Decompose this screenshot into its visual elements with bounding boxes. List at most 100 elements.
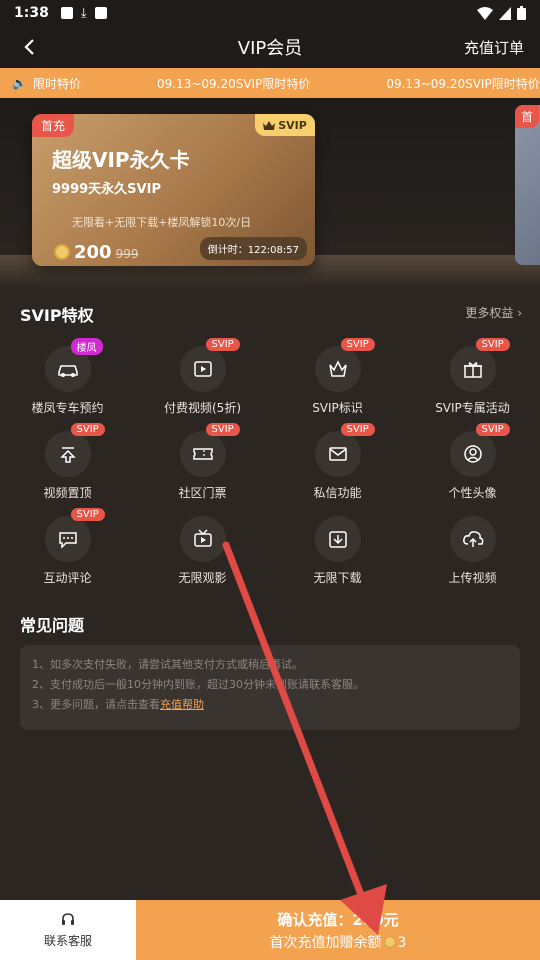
privilege-badge: SVIP xyxy=(475,423,510,436)
back-button[interactable] xyxy=(14,32,44,62)
nav-bar: VIP会员 充值订单 xyxy=(0,26,540,68)
privilege-item[interactable]: 楼凤 楼凤专车预约 xyxy=(0,338,135,426)
privilege-icon-wrap: SVIP xyxy=(44,423,105,477)
faq-title: 常见问题 xyxy=(20,616,85,635)
svip-privileges-section: SVIP特权 更多权益 › 楼凤 楼凤专车预约 SVIP 付费视频(5折) SV… xyxy=(0,290,540,590)
privilege-item[interactable]: SVIP SVIP标识 xyxy=(270,338,405,426)
download-icon xyxy=(328,531,347,548)
faq-line-3: 3、更多问题，请点击查看充值帮助 xyxy=(32,695,508,715)
cloud-upload-icon xyxy=(462,531,483,547)
card-price: 200 999 xyxy=(54,242,138,263)
privilege-label: SVIP标识 xyxy=(312,401,363,415)
privilege-icon-wrap: SVIP xyxy=(179,423,240,477)
customer-service-label: 联系客服 xyxy=(43,933,92,948)
privilege-badge: SVIP xyxy=(205,423,240,436)
headset-icon xyxy=(62,912,74,925)
faq-box: 1、如多次支付失败，请尝试其他支付方式或稍后再试。 2、支付成功后一般10分钟内… xyxy=(20,645,520,730)
privilege-item[interactable]: 无限下载 xyxy=(270,516,405,596)
promo-marquee: 🔈 限时特价 09.13~09.20SVIP限时特价 09.13~09.20SV… xyxy=(0,68,540,98)
coin-icon xyxy=(54,244,70,260)
marquee-text-1: 09.13~09.20SVIP限时特价 xyxy=(156,76,311,91)
bottom-bar: 联系客服 确认充值：200元 首次充值加赠余额 3 xyxy=(0,900,540,960)
marquee-label: 限时特价 xyxy=(32,76,81,91)
first-recharge-tag-next: 首 xyxy=(515,105,540,128)
privilege-label: 社区门票 xyxy=(178,486,227,500)
privilege-icon-wrap: SVIP xyxy=(179,338,240,392)
svip-tag: SVIP xyxy=(255,114,315,136)
privilege-item[interactable]: SVIP 社区门票 xyxy=(135,423,270,511)
card-name: 超级VIP永久卡 xyxy=(52,148,190,172)
page-title: VIP会员 xyxy=(237,38,303,59)
privilege-icon-wrap xyxy=(179,516,226,562)
more-benefits-link[interactable]: 更多权益 › xyxy=(465,304,522,321)
recharge-help-link[interactable]: 充值帮助 xyxy=(160,698,204,711)
card-subtitle: 9999天永久SVIP xyxy=(52,182,161,197)
avatar-icon xyxy=(463,445,482,463)
vip-card-next[interactable]: 首 xyxy=(515,105,540,265)
privilege-badge: SVIP xyxy=(70,423,105,436)
privilege-label: 私信功能 xyxy=(313,486,362,500)
wifi-icon xyxy=(477,6,493,20)
faq-line-2: 2、支付成功后一般10分钟内到账，超过30分钟未到账请联系客服。 xyxy=(32,678,364,691)
speaker-icon: 🔈 xyxy=(12,76,27,90)
privilege-badge: SVIP xyxy=(205,338,240,351)
signal-icon xyxy=(499,6,511,20)
svip-section-title: SVIP特权 xyxy=(20,306,94,325)
privilege-item[interactable]: SVIP 互动评论 xyxy=(0,508,135,596)
gift-icon xyxy=(463,362,482,378)
mail-icon xyxy=(328,447,347,461)
film-icon xyxy=(193,361,212,377)
bonus-prefix: 首次充值加赠余额 xyxy=(269,934,382,951)
faq-line-3-text: 3、更多问题，请点击查看 xyxy=(32,698,160,711)
privilege-badge: SVIP xyxy=(475,338,510,351)
privilege-icon-wrap xyxy=(314,516,361,562)
privilege-label: 付费视频(5折) xyxy=(164,401,241,415)
recharge-orders-link[interactable]: 充值订单 xyxy=(464,37,524,58)
bonus-value: 3 xyxy=(397,934,407,951)
status-notification-icons: ⤓ xyxy=(60,5,107,21)
privilege-badge: SVIP xyxy=(70,508,105,521)
comment-icon xyxy=(58,532,77,549)
price-original: 999 xyxy=(115,247,139,261)
privilege-label: SVIP专属活动 xyxy=(435,401,510,415)
car-icon xyxy=(57,365,78,377)
privilege-label: 互动评论 xyxy=(43,571,92,585)
privilege-item[interactable]: 上传视频 xyxy=(405,516,540,596)
privilege-label: 无限观影 xyxy=(178,571,227,585)
tv-icon xyxy=(193,529,212,547)
status-bar: 1:38 ⤓ xyxy=(0,0,540,26)
privilege-item[interactable]: SVIP 视频置顶 xyxy=(0,423,135,511)
privilege-label: 视频置顶 xyxy=(43,486,92,500)
chevron-left-icon xyxy=(24,39,34,55)
crown-small-icon xyxy=(263,121,276,130)
status-right-icons xyxy=(477,6,526,20)
image-notification-icon xyxy=(60,7,73,19)
privilege-label: 无限下载 xyxy=(313,571,362,585)
marquee-text-2: 09.13~09.20SVIP限时特价 xyxy=(386,76,540,91)
privilege-item[interactable]: SVIP 个性头像 xyxy=(405,423,540,511)
app-notification-icon xyxy=(94,7,107,19)
privilege-item[interactable]: SVIP 私信功能 xyxy=(270,423,405,511)
privilege-label: 上传视频 xyxy=(448,571,497,585)
first-recharge-bonus: 首次充值加赠余额 3 xyxy=(270,932,407,952)
privilege-icon-wrap: SVIP xyxy=(314,338,375,392)
svip-tag-label: SVIP xyxy=(278,118,307,132)
privilege-item[interactable]: SVIP SVIP专属活动 xyxy=(405,338,540,426)
privilege-icon-wrap: SVIP xyxy=(449,423,510,477)
privilege-item[interactable]: SVIP 付费视频(5折) xyxy=(135,338,270,426)
confirm-recharge-label: 确认充值：200元 xyxy=(277,910,399,929)
confirm-recharge-button[interactable]: 确认充值：200元 首次充值加赠余额 3 xyxy=(136,900,540,960)
first-recharge-tag: 首充 xyxy=(32,114,75,137)
vip-card-carousel: 首充 SVIP 超级VIP永久卡 9999天永久SVIP 无限看+无限下载+楼凤… xyxy=(0,98,540,288)
coin-icon xyxy=(383,935,396,948)
customer-service-button[interactable]: 联系客服 xyxy=(0,900,136,960)
privilege-item[interactable]: 无限观影 xyxy=(135,516,270,596)
privilege-icon-wrap: 楼凤 xyxy=(44,338,103,392)
status-time: 1:38 xyxy=(14,5,49,21)
privilege-label: 个性头像 xyxy=(448,486,497,500)
privilege-label: 楼凤专车预约 xyxy=(31,401,104,415)
crown-icon xyxy=(328,360,347,377)
download-notification-icon: ⤓ xyxy=(80,5,87,21)
vip-card-permanent[interactable]: 首充 SVIP 超级VIP永久卡 9999天永久SVIP 无限看+无限下载+楼凤… xyxy=(32,114,315,266)
privilege-icon-wrap: SVIP xyxy=(44,508,105,562)
